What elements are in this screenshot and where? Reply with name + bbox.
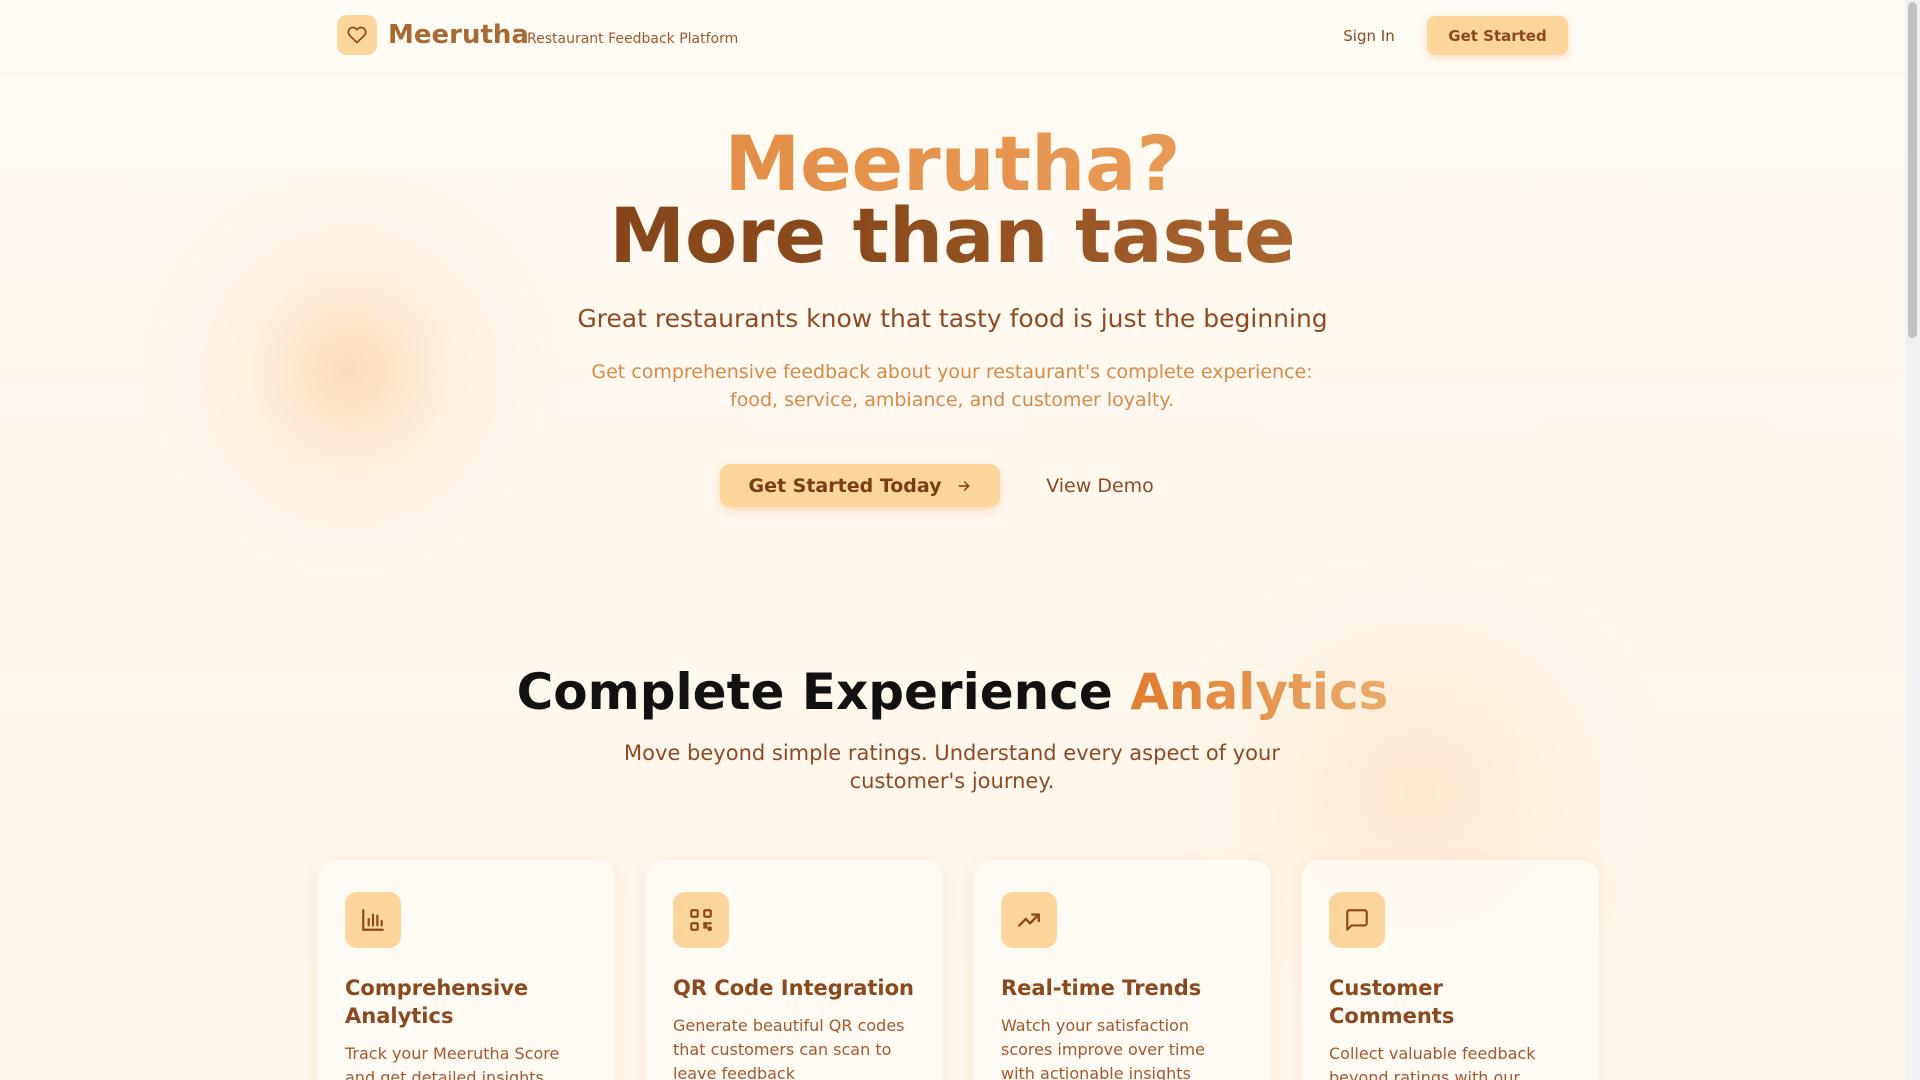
- scrollbar-thumb[interactable]: [1908, 2, 1917, 338]
- feature-card-desc: Generate beautiful QR codes that custome…: [673, 1016, 905, 1080]
- bar-chart-icon: [345, 892, 401, 948]
- heart-icon: [347, 26, 367, 44]
- trending-up-icon: [1001, 892, 1057, 948]
- qr-code-icon: [673, 892, 729, 948]
- page-scrollbar[interactable]: [1905, 0, 1920, 1080]
- feature-card-title: Real-time Trends: [1001, 976, 1202, 1000]
- get-started-button[interactable]: Get Started: [1427, 16, 1568, 55]
- hero-subtitle: Great restaurants know that tasty food i…: [577, 304, 1328, 333]
- feature-card-comments[interactable]: Customer Comments Collect valuable feedb…: [1301, 860, 1599, 1080]
- features-title-main: Complete Experience: [516, 663, 1113, 721]
- hero-description: Get comprehensive feedback about your re…: [591, 361, 1313, 411]
- feature-card-desc: Watch your satisfaction scores improve o…: [1001, 1016, 1205, 1080]
- get-started-today-label: Get Started Today: [748, 474, 942, 497]
- sign-in-link[interactable]: Sign In: [1330, 24, 1408, 48]
- feature-card-desc: Track your Meerutha Score and get detail…: [345, 1044, 560, 1080]
- site-header: Meerutha Restaurant Feedback Platform Si…: [0, 0, 1905, 72]
- logo-badge[interactable]: [337, 15, 377, 55]
- feature-card-desc: Collect valuable feedback beyond ratings…: [1329, 1044, 1536, 1080]
- brand-tagline: Restaurant Feedback Platform: [527, 31, 739, 47]
- landing-page: Meerutha Restaurant Feedback Platform Si…: [0, 0, 1905, 1080]
- get-started-today-button[interactable]: Get Started Today: [720, 464, 1000, 507]
- hero-title-line2: More than taste: [0, 194, 1905, 278]
- features-subtitle: Move beyond simple ratings. Understand e…: [624, 741, 1280, 793]
- feature-card-title: Comprehensive Analytics: [345, 976, 529, 1028]
- features-title-accent: Analytics: [1130, 663, 1389, 721]
- message-square-icon: [1329, 892, 1385, 948]
- brand-name[interactable]: Meerutha: [388, 19, 529, 51]
- feature-card-title: Customer Comments: [1329, 976, 1455, 1028]
- feature-card-qr-code[interactable]: QR Code Integration Generate beautiful Q…: [645, 860, 943, 1080]
- arrow-right-icon: [958, 480, 969, 491]
- feature-card-trends[interactable]: Real-time Trends Watch your satisfaction…: [973, 860, 1271, 1080]
- view-demo-link[interactable]: View Demo: [1030, 468, 1170, 504]
- feature-card-title: QR Code Integration: [673, 976, 914, 1000]
- features-title: Complete Experience Analytics: [0, 660, 1905, 724]
- feature-card-analytics[interactable]: Comprehensive Analytics Track your Meeru…: [317, 860, 615, 1080]
